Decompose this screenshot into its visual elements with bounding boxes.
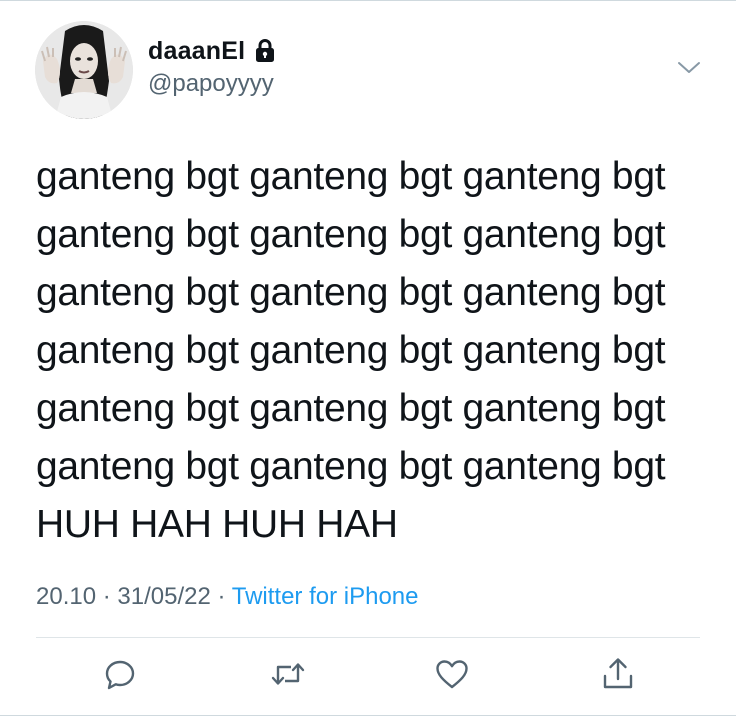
chevron-down-icon[interactable] bbox=[676, 58, 702, 78]
meta-separator: · bbox=[102, 583, 118, 610]
tweet-line: ganteng bgt ganteng bgt ganteng bgt bbox=[36, 155, 666, 198]
meta-separator: · bbox=[217, 583, 232, 610]
tweet-line: ganteng bgt ganteng bgt ganteng bgt bbox=[36, 445, 666, 488]
avatar-photo bbox=[35, 21, 133, 119]
share-button[interactable] bbox=[598, 656, 638, 696]
tweet-time[interactable]: 20.10 bbox=[36, 583, 96, 610]
tweet-date[interactable]: 31/05/22 bbox=[117, 583, 210, 610]
lock-icon bbox=[254, 38, 276, 64]
display-name[interactable]: daaanEl bbox=[148, 37, 245, 66]
tweet-text: ganteng bgt ganteng bgt ganteng bgt gant… bbox=[36, 148, 716, 554]
share-icon bbox=[602, 657, 634, 696]
display-name-row: daaanEl bbox=[148, 36, 276, 66]
retweet-icon bbox=[271, 659, 305, 694]
tweet-source-link[interactable]: Twitter for iPhone bbox=[232, 583, 419, 610]
tweet-line: ganteng bgt ganteng bgt ganteng bgt bbox=[36, 271, 666, 314]
tweet-line: HUH HAH HUH HAH bbox=[36, 503, 398, 546]
divider bbox=[36, 637, 700, 638]
tweet-meta: 20.10 · 31/05/22 · Twitter for iPhone bbox=[36, 583, 418, 611]
user-info: daaanEl @papoyyyy bbox=[148, 36, 276, 98]
tweet-card: daaanEl @papoyyyy ganteng bgt ganteng bg… bbox=[0, 0, 736, 718]
bottom-border bbox=[0, 715, 736, 716]
avatar[interactable] bbox=[35, 21, 133, 119]
reply-button[interactable] bbox=[100, 656, 140, 696]
tweet-line: ganteng bgt ganteng bgt ganteng bgt bbox=[36, 387, 666, 430]
action-bar bbox=[0, 656, 736, 700]
reply-icon bbox=[104, 658, 136, 695]
user-handle[interactable]: @papoyyyy bbox=[148, 70, 276, 98]
retweet-button[interactable] bbox=[268, 656, 308, 696]
tweet-line: ganteng bgt ganteng bgt ganteng bgt bbox=[36, 213, 666, 256]
like-button[interactable] bbox=[432, 656, 472, 696]
heart-icon bbox=[435, 659, 469, 694]
tweet-line: ganteng bgt ganteng bgt ganteng bgt bbox=[36, 329, 666, 372]
